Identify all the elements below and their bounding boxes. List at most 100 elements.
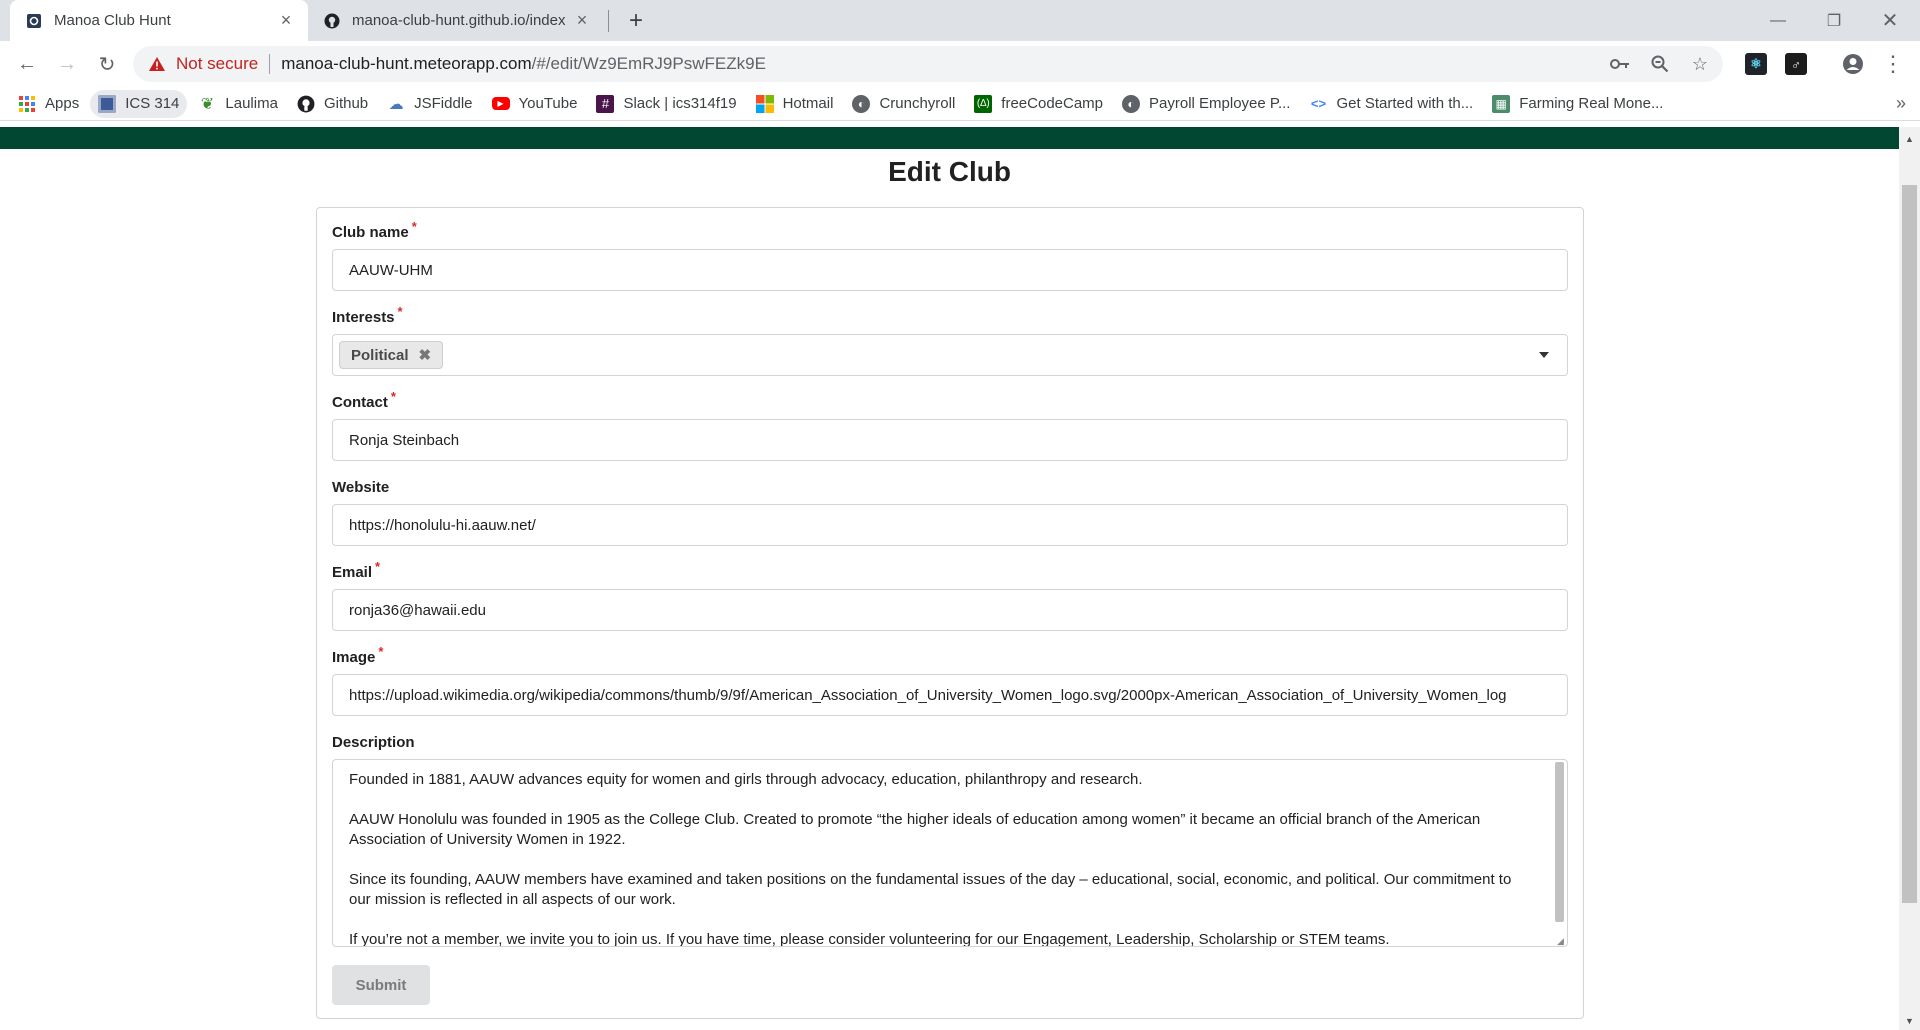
bookmark-laulima[interactable]: ❦ Laulima: [190, 90, 286, 118]
address-bar[interactable]: Not secure manoa-club-hunt.meteorapp.com…: [133, 46, 1723, 82]
dropdown-caret-icon[interactable]: [1539, 352, 1549, 358]
back-arrow-icon[interactable]: ←: [12, 49, 42, 79]
contact-label: Contact *: [332, 389, 396, 411]
navbar-green-strip: [0, 127, 1899, 149]
page-scrollbar[interactable]: ▲ ▼: [1899, 127, 1920, 1030]
label-text: Website: [332, 479, 390, 496]
leaf-icon: ❦: [200, 95, 215, 113]
close-tab-icon[interactable]: ×: [276, 10, 296, 31]
minimize-icon[interactable]: —: [1750, 0, 1806, 41]
url-host: manoa-club-hunt.meteorapp.com: [281, 54, 532, 73]
warning-triangle-icon[interactable]: [148, 55, 166, 73]
textarea-scroll-thumb[interactable]: [1555, 762, 1564, 922]
bookmark-youtube[interactable]: ▶ YouTube: [484, 90, 586, 118]
meteor-favicon-icon: [26, 13, 42, 29]
label-text: Interests: [332, 309, 395, 326]
email-input[interactable]: ronja36@hawaii.edu: [332, 589, 1568, 631]
slack-icon: #: [596, 94, 615, 113]
bookmark-label: Apps: [45, 95, 80, 112]
bookmark-label: Crunchyroll: [879, 95, 956, 112]
scroll-up-arrow-icon[interactable]: ▲: [1899, 130, 1920, 148]
bookmark-apps[interactable]: Apps: [10, 90, 87, 118]
description-label: Description: [332, 734, 415, 751]
bookmark-freecodecamp[interactable]: (∆) freeCodeCamp: [966, 90, 1111, 118]
fcc-icon: (∆): [974, 94, 993, 113]
omnibox-divider: [269, 54, 271, 74]
description-paragraph: Founded in 1881, AAUW advances equity fo…: [349, 771, 1143, 788]
code-icon: <>: [1310, 96, 1327, 111]
bookmark-label: freeCodeCamp: [1001, 95, 1104, 112]
description-textarea[interactable]: Founded in 1881, AAUW advances equity fo…: [332, 759, 1568, 947]
interest-chip-political: Political ✖: [339, 341, 444, 369]
security-label[interactable]: Not secure: [176, 54, 258, 74]
bookmark-crunchyroll[interactable]: ◐ Crunchyroll: [844, 90, 963, 118]
tab-github-pages[interactable]: manoa-club-hunt.github.io/index ×: [314, 0, 604, 41]
club-name-input[interactable]: AAUW-UHM: [332, 249, 1568, 291]
required-asterisk: *: [390, 389, 396, 404]
bookmark-label: YouTube: [518, 95, 578, 112]
browser-chrome: Manoa Club Hunt × manoa-club-hunt.github…: [0, 0, 1920, 127]
bookmark-farming[interactable]: ▦ Farming Real Mone...: [1484, 90, 1671, 118]
bookmark-get-started[interactable]: <> Get Started with th...: [1301, 90, 1481, 118]
interests-label: Interests *: [332, 304, 403, 326]
contact-input[interactable]: Ronja Steinbach: [332, 419, 1568, 461]
scroll-thumb[interactable]: [1902, 185, 1917, 903]
chip-label: Political: [351, 346, 409, 364]
github-favicon-icon: [324, 13, 340, 29]
folder-icon: [98, 94, 117, 113]
bookmark-label: ICS 314: [125, 95, 180, 112]
submit-button[interactable]: Submit: [332, 965, 430, 1005]
bookmark-hotmail[interactable]: Hotmail: [748, 90, 842, 118]
interests-multiselect[interactable]: Political ✖: [332, 334, 1568, 376]
bookmark-label: JSFiddle: [414, 95, 473, 112]
description-paragraph: Since its founding, AAUW members have ex…: [349, 871, 1512, 908]
profile-avatar-icon[interactable]: [1838, 49, 1868, 79]
new-tab-icon[interactable]: +: [622, 7, 650, 34]
browser-toolbar: ← → ↻ Not secure manoa-club-hunt.meteora…: [0, 41, 1920, 87]
image-label: Image *: [332, 644, 383, 666]
description-paragraph: If you’re not a member, we invite you to…: [349, 931, 1390, 947]
extension-icon[interactable]: ♂: [1785, 53, 1807, 75]
bookmark-github[interactable]: Github: [289, 90, 376, 118]
tab-title: manoa-club-hunt.github.io/index: [352, 12, 566, 29]
website-input[interactable]: https://honolulu-hi.aauw.net/: [332, 504, 1568, 546]
bookmark-payroll[interactable]: ◐ Payroll Employee P...: [1114, 90, 1298, 118]
bookmark-star-icon[interactable]: ☆: [1689, 53, 1711, 75]
menu-kebab-icon[interactable]: ⋮: [1878, 49, 1908, 79]
bookmark-label: Github: [323, 95, 369, 112]
more-bookmarks-chevron-icon[interactable]: »: [1896, 93, 1906, 114]
reload-icon[interactable]: ↻: [92, 49, 122, 79]
tab-manoa-club-hunt[interactable]: Manoa Club Hunt ×: [10, 0, 308, 41]
bookmark-ics-314[interactable]: ICS 314: [90, 89, 188, 118]
github-icon: [297, 95, 315, 113]
description-paragraph: AAUW Honolulu was founded in 1905 as the…: [349, 811, 1481, 848]
bookmark-label: Farming Real Mone...: [1519, 95, 1664, 112]
bookmark-slack[interactable]: # Slack | ics314f19: [588, 90, 744, 118]
url-text[interactable]: manoa-club-hunt.meteorapp.com/#/edit/Wz9…: [281, 54, 766, 74]
zoom-icon[interactable]: [1649, 53, 1671, 75]
tab-title: Manoa Club Hunt: [54, 12, 171, 29]
scroll-down-arrow-icon[interactable]: ▼: [1899, 1012, 1920, 1030]
cloud-icon: ☁: [388, 95, 404, 113]
page-title: Edit Club: [888, 156, 1011, 187]
label-text: Club name: [332, 224, 409, 241]
forward-arrow-icon[interactable]: →: [52, 49, 82, 79]
label-text: Description: [332, 734, 415, 751]
react-devtools-icon[interactable]: ⚛: [1745, 53, 1767, 75]
url-path: /#/edit/Wz9EmRJ9PswFEZk9E: [531, 54, 766, 73]
resize-handle-icon[interactable]: ◢: [1557, 936, 1567, 946]
tab-strip: Manoa Club Hunt × manoa-club-hunt.github…: [0, 0, 1920, 41]
bookmark-label: Get Started with th...: [1336, 95, 1474, 112]
bookmark-label: Payroll Employee P...: [1149, 95, 1291, 112]
image-url-input[interactable]: https://upload.wikimedia.org/wikipedia/c…: [332, 674, 1568, 716]
window-close-icon[interactable]: ✕: [1862, 0, 1918, 41]
restore-icon[interactable]: ❐: [1806, 0, 1862, 41]
close-tab-icon[interactable]: ×: [572, 10, 592, 31]
label-text: Image: [332, 649, 376, 666]
remove-chip-icon[interactable]: ✖: [419, 346, 432, 364]
bookmark-jsfiddle[interactable]: ☁ JSFiddle: [379, 90, 480, 118]
email-label: Email *: [332, 559, 380, 581]
apps-grid-icon: [18, 95, 36, 113]
key-icon[interactable]: [1609, 53, 1631, 75]
required-asterisk: *: [397, 304, 403, 319]
